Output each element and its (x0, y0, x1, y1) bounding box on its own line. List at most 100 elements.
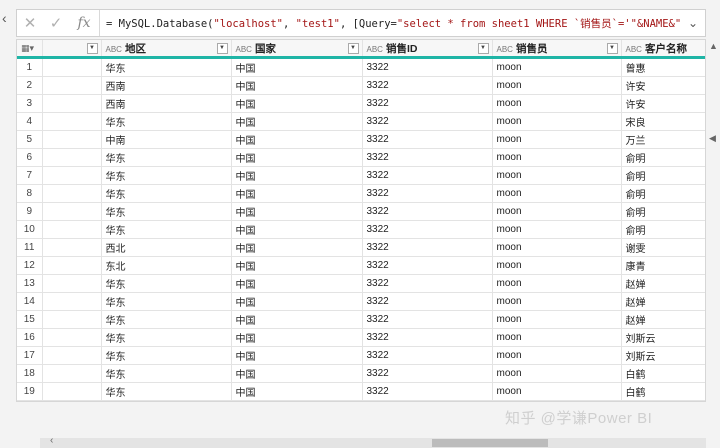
chevron-left-icon[interactable]: ◀ (709, 133, 716, 144)
table-cell[interactable]: moon (492, 400, 622, 401)
column-type-icon[interactable]: ABC (236, 45, 252, 54)
table-cell[interactable]: 3322 (362, 166, 493, 185)
chevron-left-icon[interactable]: ‹ (2, 10, 7, 26)
table-cell[interactable]: 西南 (101, 76, 232, 95)
table-cell[interactable]: 俞明 (621, 148, 705, 167)
table-cell[interactable]: 赵婵 (621, 292, 705, 311)
table-cell[interactable]: 3322 (362, 76, 493, 95)
table-cell[interactable]: 3322 (362, 346, 493, 365)
table-cell[interactable]: 华东 (101, 184, 232, 203)
table-cell[interactable]: 中国 (231, 328, 363, 347)
table-row[interactable]: 14 华东 中国 3322 moon 赵婵 (17, 292, 705, 311)
table-row[interactable]: 1 华东 中国 3322 moon 曾惠 (17, 57, 705, 77)
table-cell[interactable]: 中国 (231, 130, 363, 149)
filter-dropdown-icon[interactable]: ▼ (347, 43, 359, 54)
table-row[interactable]: 10 华东 中国 3322 moon 俞明 (17, 220, 705, 239)
table-cell[interactable]: 中国 (231, 148, 363, 167)
table-cell[interactable]: moon (492, 382, 622, 401)
table-cell[interactable]: 中国 (231, 400, 363, 401)
table-cell[interactable]: moon (492, 364, 622, 383)
table-cell[interactable]: 3322 (362, 130, 493, 149)
table-row[interactable]: 9 华东 中国 3322 moon 俞明 (17, 202, 705, 221)
table-cell[interactable]: moon (492, 256, 622, 275)
table-cell[interactable] (42, 202, 102, 221)
filter-dropdown-icon[interactable]: ▼ (477, 43, 489, 54)
table-cell[interactable]: moon (492, 148, 622, 167)
table-cell[interactable]: 中国 (231, 112, 363, 131)
table-cell[interactable]: 中国 (231, 220, 363, 239)
table-cell[interactable]: 华东 (101, 292, 232, 311)
table-row[interactable]: 17 华东 中国 3322 moon 刘斯云 (17, 346, 705, 365)
table-row[interactable]: 7 华东 中国 3322 moon 俞明 (17, 166, 705, 185)
table-cell[interactable]: 华东 (101, 166, 232, 185)
table-cell[interactable] (42, 238, 102, 257)
table-cell[interactable]: 中国 (231, 364, 363, 383)
table-cell[interactable] (42, 274, 102, 293)
scrollbar-thumb[interactable] (432, 439, 548, 447)
table-row[interactable]: 6 华东 中国 3322 moon 俞明 (17, 148, 705, 167)
table-row[interactable]: 18 华东 中国 3322 moon 白鹤 (17, 364, 705, 383)
horizontal-scrollbar[interactable]: ‹ (40, 435, 706, 448)
table-cell[interactable]: moon (492, 346, 622, 365)
table-cell[interactable]: 白鹤 (621, 382, 705, 401)
table-row[interactable]: 8 华东 中国 3322 moon 俞明 (17, 184, 705, 203)
table-cell[interactable]: 东北 (101, 256, 232, 275)
table-cell[interactable]: 华东 (101, 328, 232, 347)
table-cell[interactable]: moon (492, 238, 622, 257)
table-cell[interactable] (42, 382, 102, 401)
table-cell[interactable]: 中国 (231, 292, 363, 311)
table-cell[interactable]: 华东 (101, 202, 232, 221)
table-cell[interactable]: moon (492, 274, 622, 293)
table-cell[interactable]: 华东 (101, 112, 232, 131)
table-cell[interactable]: 中南 (101, 130, 232, 149)
table-row[interactable]: 19 华东 中国 3322 moon 白鹤 (17, 382, 705, 401)
table-cell[interactable]: 华东 (101, 220, 232, 239)
table-cell[interactable] (42, 346, 102, 365)
table-cell[interactable]: 中国 (231, 202, 363, 221)
column-header-salesperson[interactable]: ABC 销售员 ▼ (492, 40, 622, 59)
table-cell[interactable] (42, 57, 102, 77)
table-cell[interactable]: 俞明 (621, 184, 705, 203)
table-cell[interactable]: 华东 (101, 400, 232, 401)
table-row[interactable]: 11 西北 中国 3322 moon 谢雯 (17, 238, 705, 257)
table-cell[interactable] (42, 130, 102, 149)
table-cell[interactable]: 3322 (362, 256, 493, 275)
column-type-icon[interactable]: ABC (367, 45, 383, 54)
table-cell[interactable]: 中国 (231, 238, 363, 257)
table-cell[interactable]: 3322 (362, 148, 493, 167)
table-cell[interactable] (42, 76, 102, 95)
table-cell[interactable]: 许安 (621, 76, 705, 95)
table-cell[interactable]: 3322 (362, 57, 493, 77)
table-cell[interactable]: 万兰 (621, 130, 705, 149)
table-cell[interactable]: 俞明 (621, 220, 705, 239)
table-cell[interactable]: moon (492, 310, 622, 329)
table-cell[interactable] (42, 310, 102, 329)
table-cell[interactable]: 赵婵 (621, 274, 705, 293)
column-type-icon[interactable]: ABC (106, 45, 122, 54)
table-cell[interactable]: moon (492, 57, 622, 77)
table-cell[interactable]: 刘斯云 (621, 328, 705, 347)
table-cell[interactable]: 中国 (231, 310, 363, 329)
table-cell[interactable]: 康青 (621, 256, 705, 275)
table-cell[interactable] (42, 166, 102, 185)
table-cell[interactable]: 俞明 (621, 166, 705, 185)
table-row[interactable]: 12 东北 中国 3322 moon 康青 (17, 256, 705, 275)
table-row[interactable]: 15 华东 中国 3322 moon 赵婵 (17, 310, 705, 329)
table-row[interactable]: 13 华东 中国 3322 moon 赵婵 (17, 274, 705, 293)
table-cell[interactable]: 3322 (362, 382, 493, 401)
table-cell[interactable]: 西北 (101, 238, 232, 257)
table-cell[interactable]: 中国 (231, 346, 363, 365)
table-cell[interactable] (42, 94, 102, 113)
table-cell[interactable]: 3322 (362, 292, 493, 311)
table-cell[interactable] (42, 328, 102, 347)
table-cell[interactable]: 宋良 (621, 112, 705, 131)
chevron-down-icon[interactable]: ⌄ (681, 16, 705, 30)
table-cell[interactable]: 俞明 (621, 202, 705, 221)
table-cell[interactable] (42, 220, 102, 239)
table-cell[interactable]: 3322 (362, 328, 493, 347)
table-cell[interactable]: moon (492, 328, 622, 347)
table-cell[interactable]: 3322 (362, 220, 493, 239)
table-row[interactable]: 20 华东中国3322moon白鹤 (17, 400, 705, 401)
table-cell[interactable]: 谢雯 (621, 238, 705, 257)
table-cell[interactable]: 中国 (231, 76, 363, 95)
